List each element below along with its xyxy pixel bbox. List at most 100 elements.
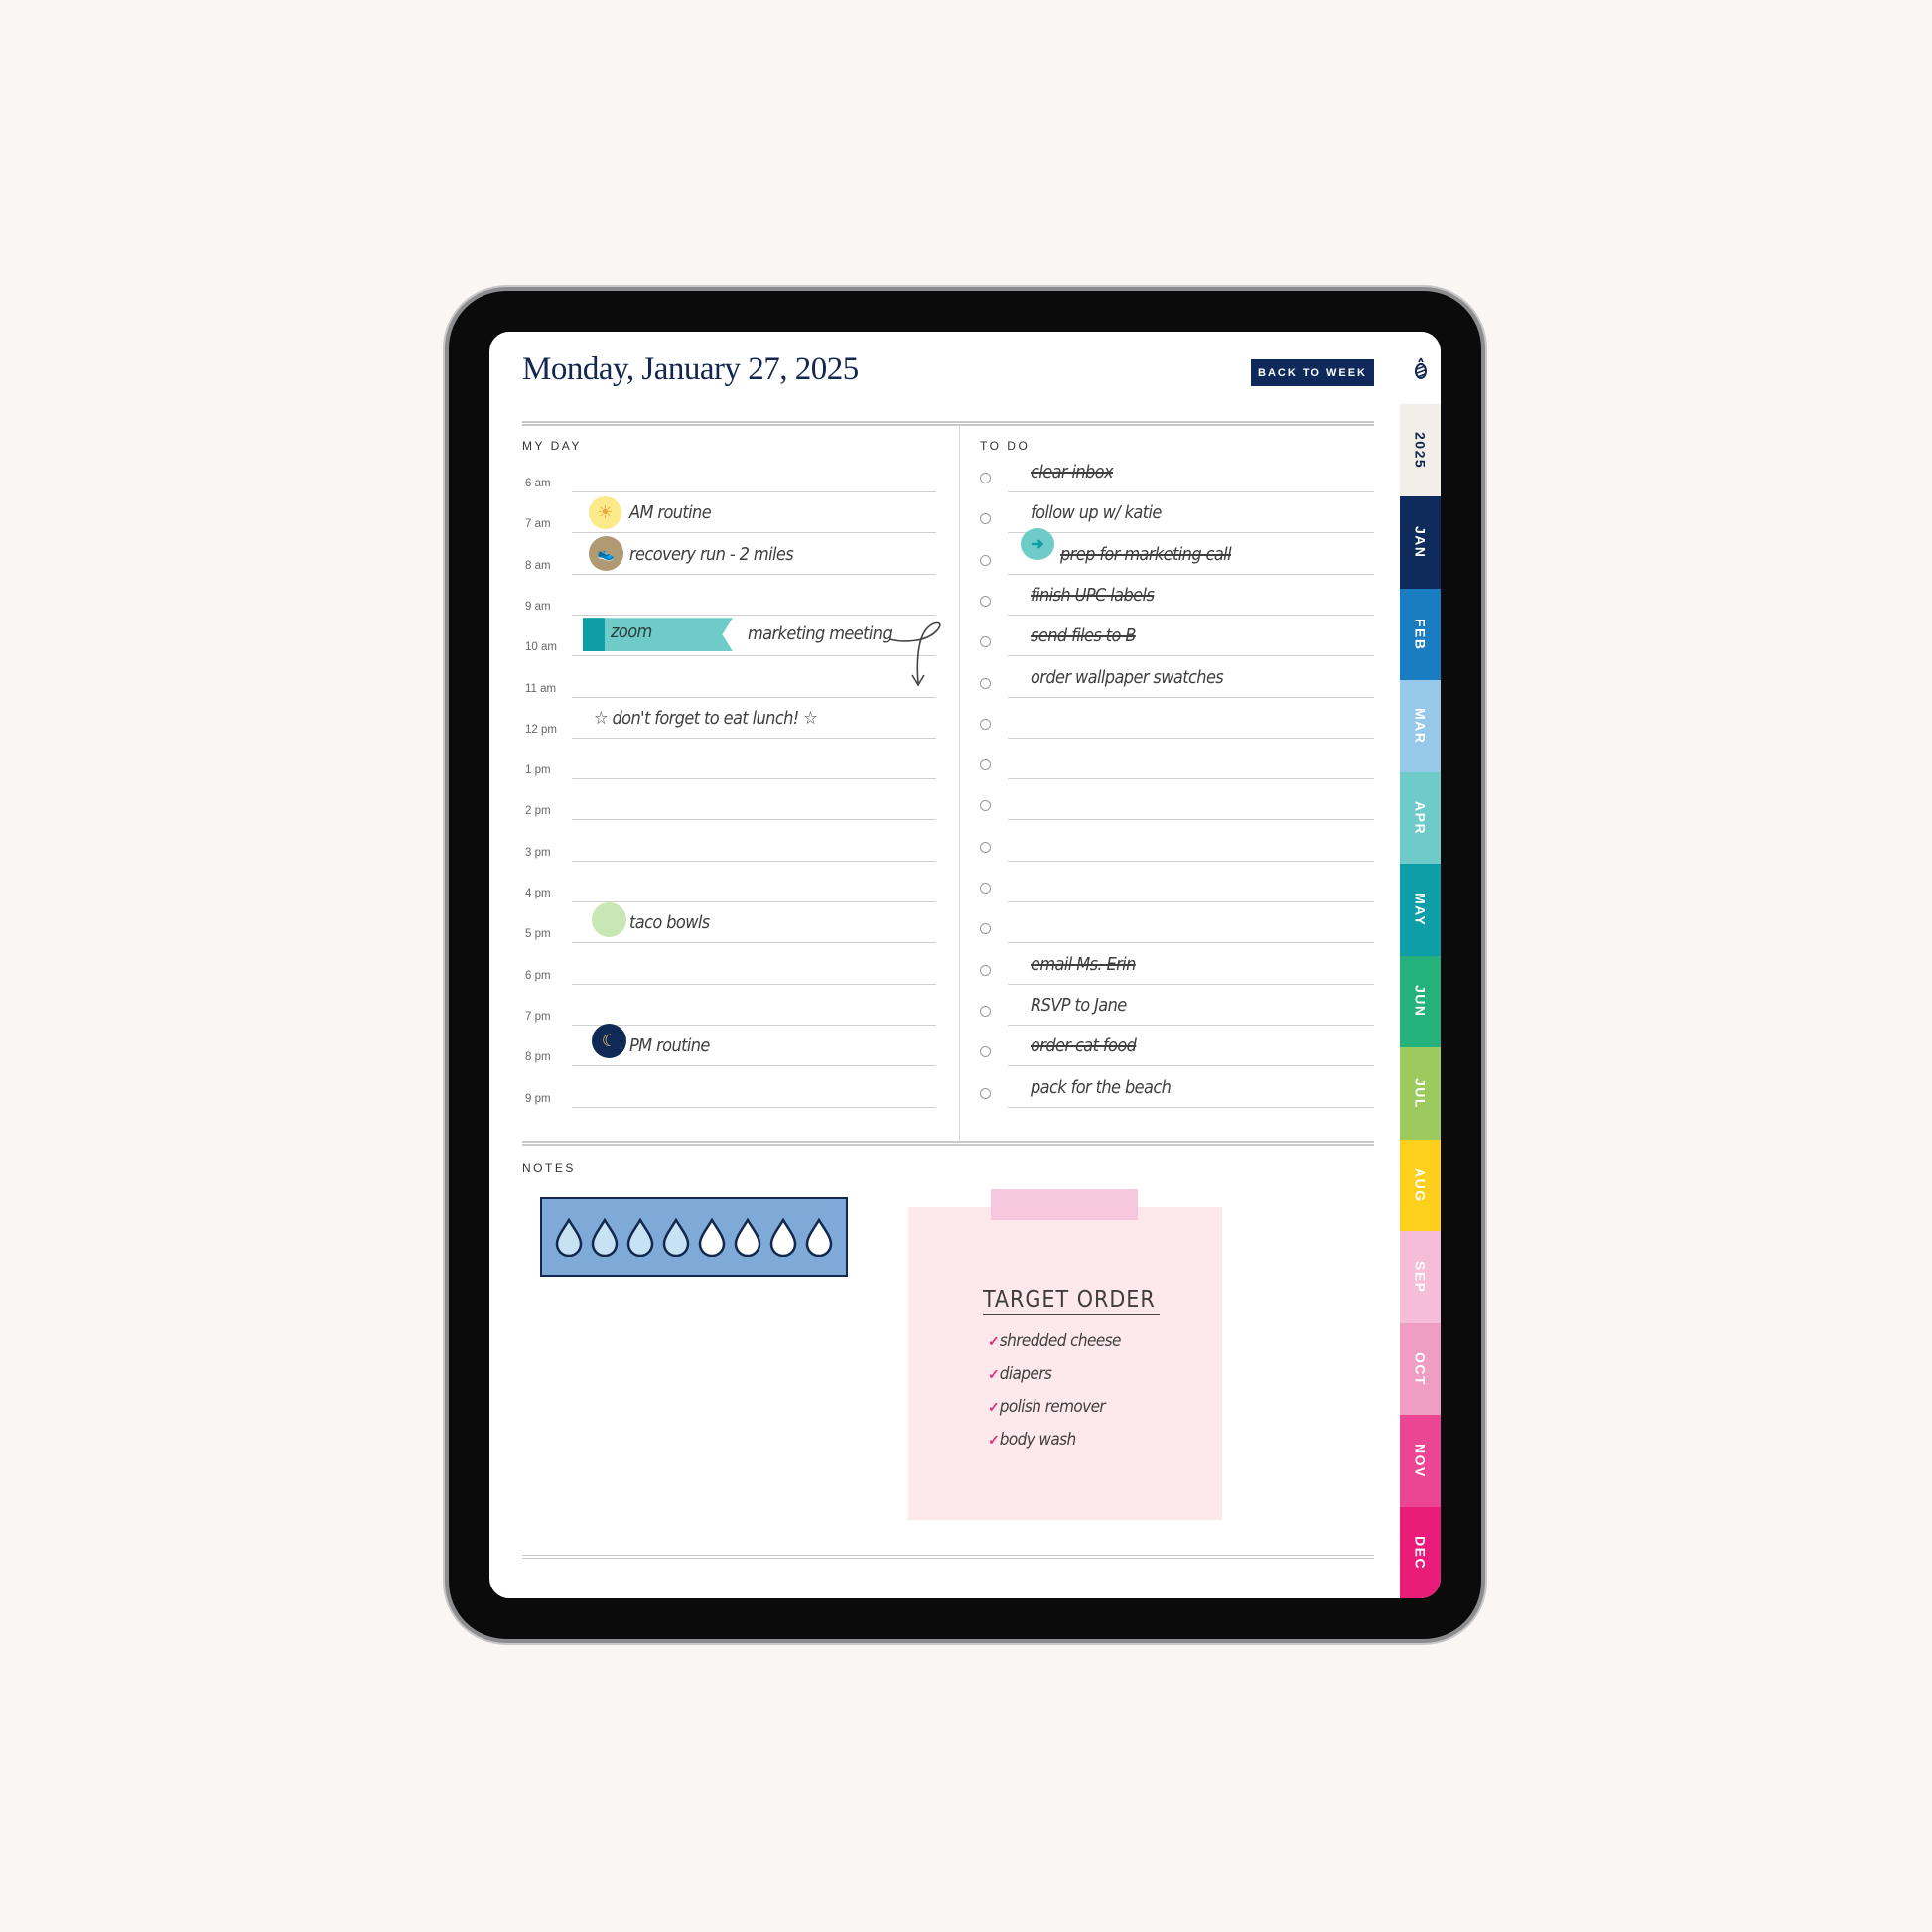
todo-checkbox[interactable] [980,554,991,566]
arrow-icon: ➜ [1021,527,1054,560]
tab-oct[interactable]: OCT [1400,1322,1441,1415]
checkmark-icon: ✓ [988,1398,1000,1415]
tab-jul[interactable]: JUL [1400,1047,1441,1140]
todo-checkbox[interactable] [980,841,991,853]
todo-checkbox[interactable] [980,1046,991,1058]
hour-label: 9 pm [525,1092,551,1105]
todo-line[interactable] [1008,1024,1374,1026]
back-to-week-button[interactable]: BACK TO WEEK [1251,359,1374,386]
tab-jan[interactable]: JAN [1400,496,1441,589]
hour-slot[interactable] [572,737,936,739]
todo-checkbox[interactable] [980,1005,991,1017]
todo-item[interactable]: order cat food [1031,1035,1137,1056]
hour-slot[interactable] [572,696,936,698]
water-drop-empty-icon[interactable] [768,1217,798,1257]
hour-slot[interactable] [572,573,936,575]
todo-line[interactable] [1008,614,1374,616]
todo-line[interactable] [1008,1065,1374,1067]
todo-line[interactable] [1008,983,1374,985]
todo-item[interactable]: pack for the beach [1031,1077,1172,1098]
hour-slot[interactable] [572,983,936,985]
hour-label: 3 pm [525,846,551,859]
tab-feb[interactable]: FEB [1400,588,1441,680]
todo-checkbox[interactable] [980,718,991,730]
todo-item[interactable]: clear inbox [1031,462,1114,483]
tab-2025[interactable]: 2025 [1400,404,1441,496]
hour-slot[interactable] [572,614,936,616]
todo-checkbox[interactable] [980,1087,991,1099]
water-drop-empty-icon[interactable] [733,1217,762,1257]
todo-checkbox[interactable] [980,513,991,525]
todo-checkbox[interactable] [980,800,991,812]
schedule-entry[interactable]: recovery run - 2 miles [629,544,794,565]
todo-line[interactable] [1008,942,1374,944]
todo-item[interactable]: finish UPC labels [1031,585,1155,606]
hour-label: 4 pm [525,888,551,899]
tab-may[interactable]: MAY [1400,864,1441,956]
hour-slot[interactable] [572,860,936,862]
todo-item[interactable]: email Ms. Erin [1031,954,1136,975]
sun-icon: ☀ [589,496,621,530]
todo-line[interactable] [1008,655,1374,657]
water-drop-filled-icon[interactable] [590,1217,620,1257]
todo-line[interactable] [1008,778,1374,780]
hour-slot[interactable] [572,942,936,944]
todo-checkbox[interactable] [980,636,991,648]
washi-tape [991,1189,1138,1220]
sticky-note-item: ✓ diapers [988,1364,1052,1384]
todo-item[interactable]: follow up w/ katie [1031,502,1162,523]
todo-line[interactable] [1008,901,1374,902]
water-drop-empty-icon[interactable] [804,1217,834,1257]
tab-sep[interactable]: SEP [1400,1231,1441,1323]
schedule-entry-wrap: 👟 recovery run - 2 miles [589,535,794,571]
todo-checkbox[interactable] [980,677,991,689]
schedule-entry[interactable]: marketing meeting [748,623,893,644]
todo-line[interactable] [1008,819,1374,821]
water-tracker[interactable] [540,1197,848,1277]
todo-checkbox[interactable] [980,923,991,935]
tab-home[interactable] [1400,332,1441,404]
water-drop-filled-icon[interactable] [661,1217,691,1257]
tab-mar[interactable]: MAR [1400,680,1441,772]
hour-slot[interactable] [572,532,936,534]
hour-slot[interactable] [572,778,936,780]
todo-line[interactable] [1008,737,1374,739]
schedule-entry[interactable]: PM routine [629,1035,710,1056]
water-drop-empty-icon[interactable] [697,1217,727,1257]
tab-dec[interactable]: DEC [1400,1506,1441,1598]
hour-slot[interactable] [572,491,936,492]
sticky-note[interactable]: TARGET ORDER ✓ shredded cheese ✓ diapers… [908,1207,1222,1520]
todo-checkbox[interactable] [980,883,991,894]
todo-checkbox[interactable] [980,595,991,607]
todo-line[interactable] [1008,573,1374,575]
schedule-entry[interactable]: ☆ don't forget to eat lunch! ☆ [594,708,818,729]
notes-divider [522,1141,1374,1146]
hour-slot[interactable] [572,901,936,902]
schedule-entry[interactable]: AM routine [629,502,712,523]
hour-slot[interactable] [572,819,936,821]
schedule-entry[interactable]: taco bowls [629,912,710,933]
todo-checkbox[interactable] [980,964,991,976]
todo-line[interactable] [1008,696,1374,698]
todo-checkbox[interactable] [980,473,991,483]
todo-line[interactable] [1008,1106,1374,1108]
hour-slot[interactable] [572,1106,936,1108]
water-drop-filled-icon[interactable] [625,1217,655,1257]
tab-aug[interactable]: AUG [1400,1139,1441,1231]
tab-jun[interactable]: JUN [1400,955,1441,1047]
hour-slot[interactable] [572,1024,936,1026]
todo-item[interactable]: RSVP to Jane [1031,995,1127,1016]
tab-apr[interactable]: APR [1400,771,1441,864]
todo-item[interactable]: send files to B [1031,625,1136,646]
todo-line[interactable] [1008,532,1374,534]
hour-slot[interactable] [572,1065,936,1067]
tab-nov[interactable]: NOV [1400,1415,1441,1507]
todo-line[interactable] [1008,860,1374,862]
todo-line[interactable] [1008,491,1374,492]
todo-item[interactable]: prep for marketing call [1060,544,1232,565]
sticky-note-item: ✓ shredded cheese [988,1331,1121,1351]
todo-item[interactable]: order wallpaper swatches [1031,667,1224,688]
todo-checkbox[interactable] [980,759,991,771]
water-drop-filled-icon[interactable] [554,1217,584,1257]
hour-slot[interactable] [572,655,936,657]
